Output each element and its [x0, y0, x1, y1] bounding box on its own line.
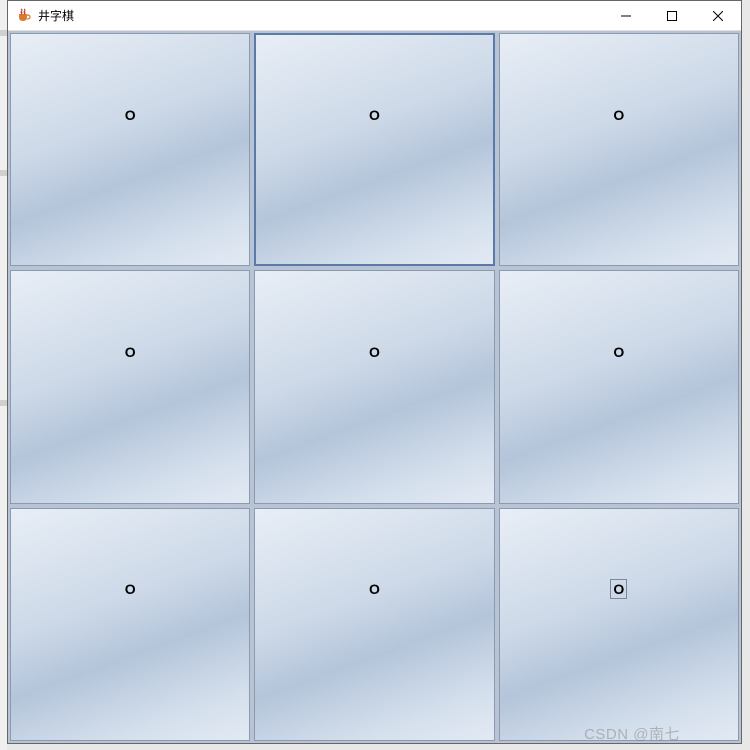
titlebar[interactable]: 井字棋 — [8, 1, 741, 31]
app-window: 井字棋 O O O O O O — [7, 0, 742, 744]
close-button[interactable] — [695, 1, 741, 30]
board-cell-1-1[interactable]: O — [254, 270, 494, 503]
tic-tac-toe-board: O O O O O O O O O — [8, 31, 741, 743]
cell-mark: O — [610, 579, 627, 599]
minimize-button[interactable] — [603, 1, 649, 30]
board-cell-0-1[interactable]: O — [254, 33, 494, 266]
background-sliver — [0, 0, 7, 750]
java-cup-icon — [16, 8, 32, 24]
window-controls — [603, 1, 741, 30]
cell-mark: O — [125, 581, 136, 597]
cell-mark: O — [369, 581, 380, 597]
cell-mark: O — [613, 107, 624, 123]
cell-mark: O — [369, 344, 380, 360]
cell-mark: O — [613, 344, 624, 360]
maximize-button[interactable] — [649, 1, 695, 30]
close-icon — [713, 11, 723, 21]
board-cell-2-1[interactable]: O — [254, 508, 494, 741]
minimize-icon — [621, 11, 631, 21]
board-cell-0-2[interactable]: O — [499, 33, 739, 266]
window-title: 井字棋 — [38, 7, 603, 24]
cell-mark: O — [125, 344, 136, 360]
board-cell-1-2[interactable]: O — [499, 270, 739, 503]
board-cell-2-0[interactable]: O — [10, 508, 250, 741]
cell-mark: O — [125, 107, 136, 123]
board-cell-1-0[interactable]: O — [10, 270, 250, 503]
cell-mark: O — [369, 107, 380, 123]
maximize-icon — [667, 11, 677, 21]
board-cell-0-0[interactable]: O — [10, 33, 250, 266]
board-cell-2-2[interactable]: O — [499, 508, 739, 741]
